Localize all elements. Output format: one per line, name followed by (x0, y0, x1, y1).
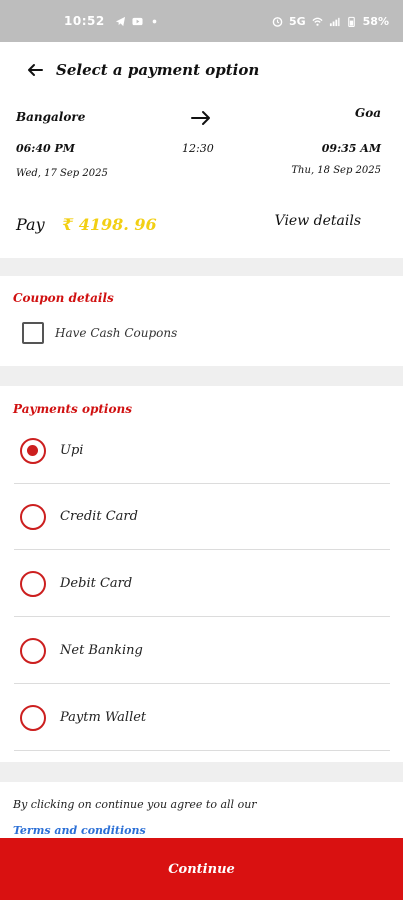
radio-button-selected[interactable] (20, 437, 46, 464)
radio-button[interactable] (20, 637, 46, 664)
departure-time: 06:40 PM (16, 142, 75, 155)
origin-city: Bangalore (16, 110, 86, 124)
payment-option-label: Debit Card (60, 576, 133, 591)
consent-text: By clicking on continue you agree to all… (13, 798, 257, 811)
notification-icons (115, 16, 160, 27)
radio-button[interactable] (20, 570, 46, 597)
youtube-icon (132, 17, 143, 25)
payment-option-label: Paytm Wallet (60, 710, 147, 725)
arrival-date: Thu, 18 Sep 2025 (291, 165, 381, 176)
system-icons: 5G 58% (272, 15, 389, 28)
departure-date: Wed, 17 Sep 2025 (16, 168, 108, 179)
back-button[interactable] (24, 59, 46, 81)
terms-link[interactable]: Terms and conditions (13, 824, 146, 837)
cash-coupons-label: Have Cash Coupons (55, 326, 178, 340)
destination-city: Goa (354, 106, 381, 120)
cash-coupons-checkbox-row[interactable]: Have Cash Coupons (22, 322, 177, 344)
wifi-icon (312, 17, 323, 26)
right-arrow-icon (191, 111, 210, 125)
dot-icon (152, 19, 157, 23)
payment-option-upi[interactable]: Upi (14, 418, 390, 484)
battery-icon (347, 16, 355, 27)
section-divider (0, 366, 403, 386)
trip-duration: 12:30 (182, 142, 214, 155)
payment-option-label: Upi (60, 443, 84, 458)
page-title: Select a payment option (56, 61, 260, 79)
pay-label: Pay (16, 215, 45, 234)
signal-icon (329, 17, 340, 26)
telegram-icon (115, 16, 125, 26)
app-header: Select a payment option (0, 42, 403, 98)
coupon-section: Coupon details Have Cash Coupons (0, 276, 403, 366)
payment-option-label: Credit Card (60, 509, 138, 524)
payment-option-credit-card[interactable]: Credit Card (14, 484, 390, 550)
payment-option-debit-card[interactable]: Debit Card (14, 551, 390, 617)
payment-options-title: Payments options (13, 402, 132, 416)
back-arrow-icon (28, 64, 43, 76)
view-details-link[interactable]: View details (275, 213, 361, 229)
trip-summary: Bangalore Goa 06:40 PM 12:30 09:35 AM We… (0, 98, 403, 258)
payment-option-label: Net Banking (60, 643, 143, 658)
cash-coupons-checkbox[interactable] (22, 322, 44, 344)
coupon-section-title: Coupon details (13, 291, 114, 305)
radio-button[interactable] (20, 704, 46, 731)
consent-section: By clicking on continue you agree to all… (0, 782, 403, 842)
section-divider (0, 762, 403, 782)
battery-level: 58% (362, 14, 389, 28)
alarm-icon (272, 16, 283, 27)
radio-button[interactable] (20, 503, 46, 530)
pay-amount: ₹ 4198. 96 (62, 215, 157, 234)
payment-option-paytm-wallet[interactable]: Paytm Wallet (14, 685, 390, 751)
status-bar: 10:52 5G 58% (0, 0, 403, 42)
payment-option-net-banking[interactable]: Net Banking (14, 618, 390, 684)
network-type: 5G (288, 14, 306, 28)
status-time: 10:52 (64, 14, 105, 28)
arrival-time: 09:35 AM (321, 142, 381, 155)
section-divider (0, 258, 403, 276)
payment-options-section: Payments options Upi Credit Card Debit C… (0, 386, 403, 762)
continue-button[interactable]: Continue (0, 838, 403, 900)
